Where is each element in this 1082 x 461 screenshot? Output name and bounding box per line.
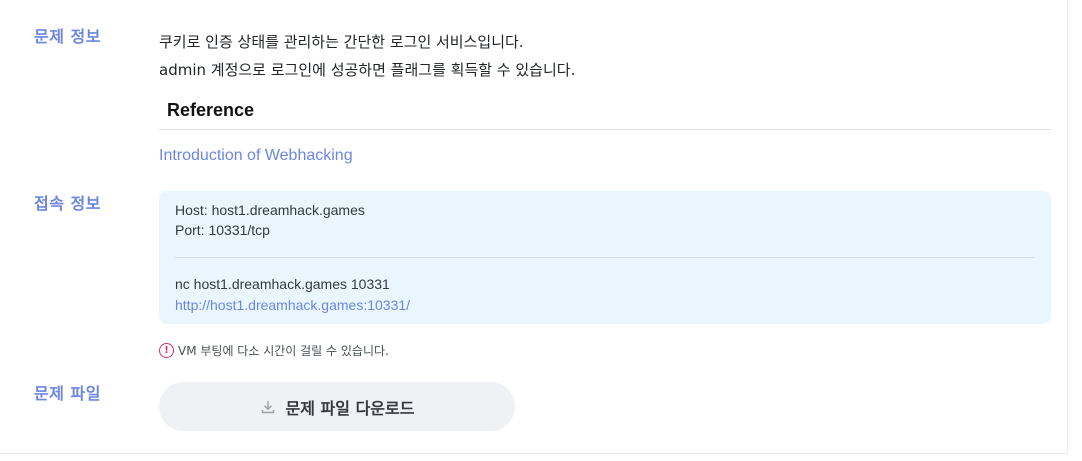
reference-link[interactable]: Introduction of Webhacking [159,147,353,165]
download-icon [260,399,276,415]
connection-info-box: Host: host1.dreamhack.games Port: 10331/… [159,191,1051,324]
nc-command-text: nc host1.dreamhack.games 10331 [175,276,390,292]
notice-text: VM 부팅에 다소 시간이 걸릴 수 있습니다. [178,344,389,358]
problem-file-label: 문제 파일 [34,384,101,403]
exclamation-circle-icon: ! [159,343,174,358]
host-text: Host: host1.dreamhack.games [175,202,365,218]
connection-info-label: 접속 정보 [34,194,101,213]
problem-info-label: 문제 정보 [34,27,101,46]
reference-heading: Reference [167,100,255,120]
download-file-button[interactable]: 문제 파일 다운로드 [159,382,515,431]
description-line-1: 쿠키로 인증 상태를 관리하는 간단한 로그인 서비스입니다. [159,33,524,51]
connection-url-link[interactable]: http://host1.dreamhack.games:10331/ [175,297,410,313]
vm-boot-notice: ! VM 부팅에 다소 시간이 걸릴 수 있습니다. [159,342,389,359]
download-button-label: 문제 파일 다운로드 [285,398,415,418]
reference-divider [159,129,1051,130]
challenge-info-panel: 문제 정보 쿠키로 인증 상태를 관리하는 간단한 로그인 서비스입니다. ad… [0,0,1068,454]
connection-divider [175,257,1035,258]
port-text: Port: 10331/tcp [175,222,270,238]
description-line-2: admin 계정으로 로그인에 성공하면 플래그를 획득할 수 있습니다. [159,61,576,79]
